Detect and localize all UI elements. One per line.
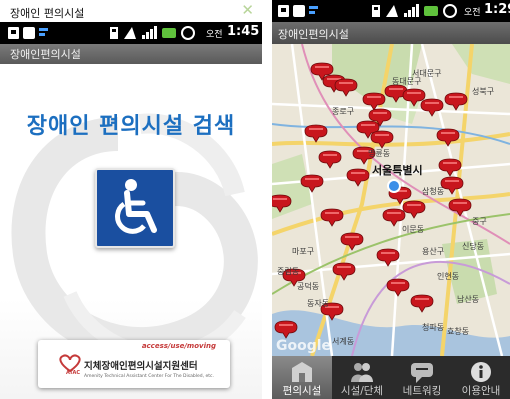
status-bar: 오전 1:29 xyxy=(272,0,510,22)
notification-icons xyxy=(278,5,318,17)
app-title-bar: 장애인편의시설 xyxy=(272,22,510,44)
app-title: 장애인편의시설 xyxy=(10,48,81,61)
status-ampm: 오전 xyxy=(206,30,223,40)
map-place-label: 종로구 xyxy=(332,107,354,116)
info-icon xyxy=(471,362,491,382)
map-place-label: 삼청동 xyxy=(422,186,444,196)
tab-usage-guide[interactable]: 이용안내 xyxy=(452,356,510,399)
status-time: 1:29 xyxy=(484,2,510,17)
tab-label: 시설/단체 xyxy=(340,385,384,397)
people-icon xyxy=(351,363,373,382)
tab-label: 네트워킹 xyxy=(402,385,442,397)
chat-icon xyxy=(411,363,433,383)
status-time: 1:45 xyxy=(227,24,260,39)
logo-abbr: ATAC xyxy=(66,370,81,376)
map-place-label: 성북구 xyxy=(472,87,494,96)
app-title-bar: 장애인편의시설 xyxy=(0,44,262,64)
wheelchair-icon[interactable] xyxy=(95,168,175,248)
logo-tagline: access/use/moving xyxy=(141,342,216,350)
window-caption: 장애인 편의시설 ✕ xyxy=(0,0,262,22)
map-place-label: 신당동 xyxy=(462,241,484,251)
current-location-icon xyxy=(387,179,401,193)
map-place-label: 마포구 xyxy=(292,247,314,256)
organization-name: 지체장애인편의시설지원센터 xyxy=(84,361,198,372)
right-phone-screen: 오전 1:29 장애인편의시설 xyxy=(272,0,510,399)
google-watermark: Google xyxy=(276,338,331,354)
tab-networking[interactable]: 네트워킹 xyxy=(392,356,452,399)
map-place-label: 청파동 xyxy=(422,323,444,332)
organization-english: Amenity Technical Assistant Center For T… xyxy=(84,374,214,379)
map-view[interactable]: 서대문구 중구 종로구 용산구 마포구 성북구 동대문구 명륜동 신당동 삼청동 인현동 공덕동 청파동… xyxy=(272,43,510,357)
map-place-label: 인현동 xyxy=(437,271,459,281)
splash-content: 장애인 편의시설 검색 access/use/moving ATAC 지체장애인… xyxy=(0,64,262,399)
map-place-label: 서계동 xyxy=(332,336,354,346)
map-canvas[interactable]: 서대문구중구종로구용산구마포구성북구동대문구명륜동신당동삼청동인현동공덕동청파동… xyxy=(272,43,510,357)
map-place-label: 효창동 xyxy=(447,327,469,336)
tab-label: 이용안내 xyxy=(461,385,501,397)
close-icon[interactable]: ✕ xyxy=(241,1,254,19)
map-place-label: 명륜동 xyxy=(368,148,390,158)
tab-label: 편의시설 xyxy=(282,385,322,397)
organization-logo-card: access/use/moving ATAC 지체장애인편의시설지원센터 Ame… xyxy=(38,340,230,388)
map-city-label: 서울특별시 xyxy=(372,163,423,177)
status-ampm: 오전 xyxy=(464,8,481,18)
map-place-label: 동자동 xyxy=(307,299,329,308)
tab-facilities[interactable]: 편의시설 xyxy=(272,356,332,399)
app-title: 장애인편의시설 xyxy=(278,28,349,41)
map-place-label: 동대문구 xyxy=(392,77,421,86)
facility-icon xyxy=(292,362,312,382)
left-phone-screen: 장애인 편의시설 ✕ 오전 1:45 장애인편의시설 장애인 편의시설 검색 a… xyxy=(0,0,262,399)
status-bar: 오전 1:45 xyxy=(0,22,262,44)
map-place-label: 중림동 xyxy=(277,266,299,276)
status-icons xyxy=(372,4,457,18)
window-caption-text: 장애인 편의시설 xyxy=(10,7,85,20)
page-heading: 장애인 편의시설 검색 xyxy=(26,114,236,139)
map-place-label: 용산구 xyxy=(422,246,444,256)
status-icons xyxy=(110,26,195,40)
map-place-label: 중구 xyxy=(472,217,487,226)
map-place-label: 공덕동 xyxy=(297,281,319,291)
map-place-label: 이문동 xyxy=(402,224,424,234)
bottom-tab-bar: 편의시설 시설/단체 네트워킹 이용안내 xyxy=(272,356,510,399)
map-place-label: 남산동 xyxy=(457,294,479,304)
tab-organizations[interactable]: 시설/단체 xyxy=(332,356,392,399)
